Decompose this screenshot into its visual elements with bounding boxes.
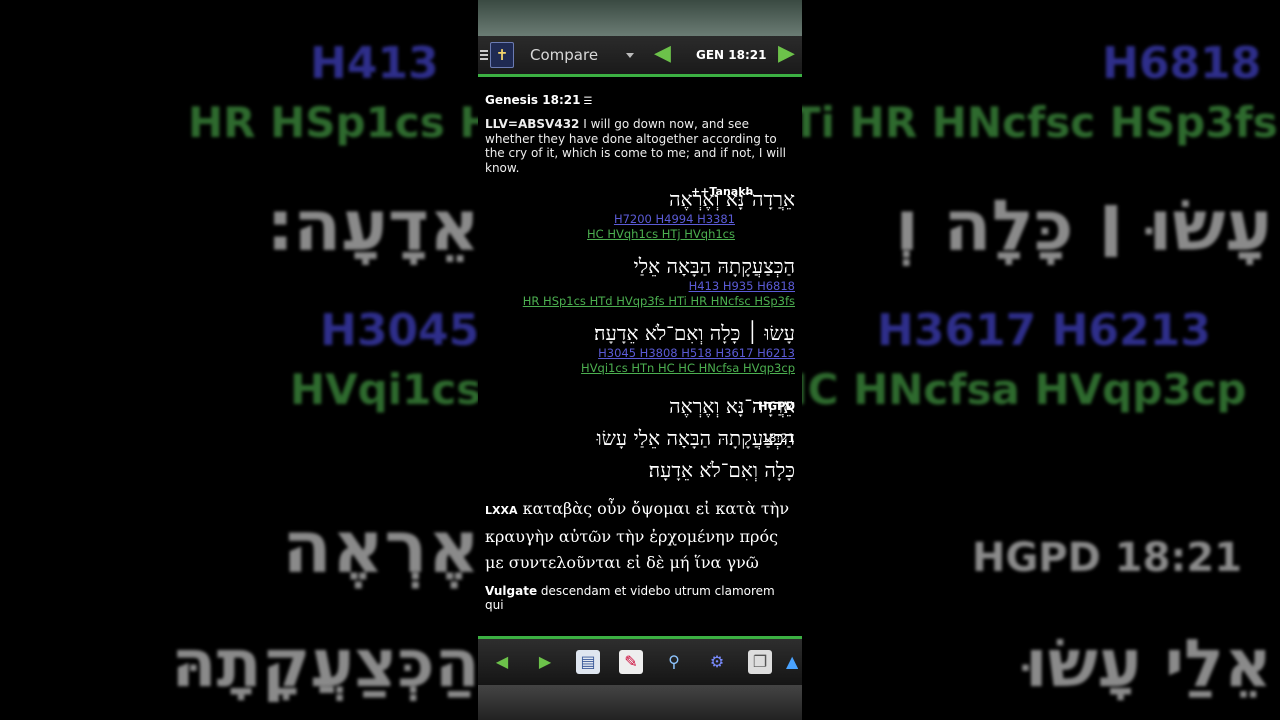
lxx-label: LXXA xyxy=(485,504,518,517)
morph-link[interactable]: HR HSp1cs HTd HVqp3fs HTi HR HNcfsc HSp3… xyxy=(485,294,795,309)
search-icon[interactable]: ⚲ xyxy=(662,650,686,674)
strongs-codes-1: H7200 H4994 H3381 HC HVqh1cs HTj HVqh1cs xyxy=(485,212,795,242)
passage-content: Genesis 18:21 ☰ LLV=ABSV432 I will go dow… xyxy=(478,93,802,612)
llv-label: LLV=ABSV432 xyxy=(485,117,580,131)
hebrew-line-2: הַכְּצַעֲקָתָהּ הַבָּאָה אֵלַי xyxy=(485,254,795,279)
forward-icon[interactable]: ▶ xyxy=(533,650,557,674)
next-arrow-icon[interactable]: ▶ xyxy=(778,41,795,66)
bg-hgpd: HGPD 18:21 xyxy=(972,535,1243,581)
bg-code: H413 xyxy=(310,38,439,89)
verse-heading-text: Genesis 18:21 xyxy=(485,93,581,107)
morph-link[interactable]: HVqi1cs HTn HC HC HNcfsa HVqp3cp xyxy=(485,361,795,376)
view-mode-select[interactable]: Compare xyxy=(530,46,598,64)
strongs-codes-3: H3045 H3808 H518 H3617 H6213 HVqi1cs HTn… xyxy=(485,346,795,376)
vulgate-label: Vulgate xyxy=(485,584,538,598)
strongs-codes-2: H413 H935 H6818 HR HSp1cs HTd HVqp3fs HT… xyxy=(485,279,795,309)
reference-button[interactable]: GEN 18:21 xyxy=(696,48,766,62)
bg-code: H6818 xyxy=(1102,38,1262,89)
bible-book-icon[interactable]: ✝ xyxy=(490,42,514,68)
bg-hebrew: אֵלַי עָשׂוּ xyxy=(1025,625,1272,702)
back-icon[interactable]: ◀ xyxy=(490,650,514,674)
bottom-toolbar: ◀ ▶ ▤ ✎ ⚲ ⚙ ❐ ▲ xyxy=(478,636,802,685)
bg-green-codes: IC HNcfsa HVqp3cp xyxy=(802,365,1247,414)
strongs-link[interactable]: H7200 H4994 H3381 xyxy=(485,212,795,227)
status-strip xyxy=(478,0,802,36)
bg-hebrew: אֵדָעָה׃ xyxy=(267,185,478,267)
bg-code: H3617 H6213 xyxy=(877,305,1211,356)
edit-icon[interactable]: ✎ xyxy=(619,650,643,674)
hgpd-line: כָּלָה וְאִם־לֹא אֵדָעָה׃ xyxy=(648,458,795,482)
hgpd-text: HGPD 18:21 אֵרֲדָה־נָּא וְאֶרְאֶה הַכְּצ… xyxy=(485,390,795,486)
settings-icon[interactable]: ⚙ xyxy=(705,650,729,674)
phone-screen: ✝ Compare ◀ GEN 18:21 ▶ Genesis 18:21 ☰ L… xyxy=(478,0,802,720)
verse-heading[interactable]: Genesis 18:21 ☰ xyxy=(485,93,795,107)
top-toolbar: ✝ Compare ◀ GEN 18:21 ▶ xyxy=(478,36,802,77)
strongs-link[interactable]: H413 H935 H6818 xyxy=(485,279,795,294)
bottom-strip xyxy=(478,685,802,720)
list-icon[interactable]: ☰ xyxy=(583,96,592,107)
menu-icon[interactable] xyxy=(480,48,488,62)
chevron-down-icon[interactable] xyxy=(626,52,635,58)
bg-green-codes: HVqi1cs xyxy=(290,365,478,414)
background-left-blur: H413 HR HSp1cs H אֵדָעָה׃ H3045 HVqi1cs … xyxy=(0,0,478,720)
hebrew-text: עָשׂוּ ׀ כָּלָה וְאִם־לֹא אֵדָעָה׃ xyxy=(594,321,795,345)
bg-code: H3045 xyxy=(320,305,478,356)
background-right-blur: H6818 Ti HR HNcfsc HSp3fs עָשׂוּ ׀ כָּלָ… xyxy=(802,0,1280,720)
bg-hebrew: אֶרְאֶה xyxy=(282,505,478,589)
up-icon[interactable]: ▲ xyxy=(786,650,798,674)
morph-link[interactable]: HC HVqh1cs HTj HVqh1cs xyxy=(485,227,795,242)
vulgate-text: Vulgate descendam et videbo utrum clamor… xyxy=(485,584,795,612)
hebrew-line-3: עָשׂוּ ׀ כָּלָה וְאִם־לֹא אֵדָעָה׃ xyxy=(485,321,795,346)
prev-arrow-icon[interactable]: ◀ xyxy=(654,41,671,66)
notes-icon[interactable]: ▤ xyxy=(576,650,600,674)
copy-icon[interactable]: ❐ xyxy=(748,650,772,674)
bg-hebrew: הַכְּצַעֲקָתָהּ xyxy=(171,625,478,702)
lxx-text: LXXA καταβὰς οὖν ὄψομαι εἰ κατὰ τὴν κραυ… xyxy=(485,496,795,576)
lxx-body: καταβὰς οὖν ὄψομαι εἰ κατὰ τὴν κραυγὴν α… xyxy=(485,499,790,572)
strongs-link[interactable]: H3045 H3808 H518 H3617 H6213 xyxy=(485,346,795,361)
hgpd-label: HGPD 18:21 xyxy=(757,399,795,445)
hebrew-line-1: אֵרֲדָה־נָּא וְאֶרְאֶה ++Tanakh xyxy=(485,185,795,212)
bg-green-codes: HR HSp1cs H xyxy=(188,98,478,147)
llv-translation: LLV=ABSV432 I will go down now, and see … xyxy=(485,117,795,175)
bg-hebrew: עָשׂוּ ׀ כָּלָה וְ xyxy=(895,185,1272,267)
bg-green-codes: Ti HR HNcfsc HSp3fs xyxy=(802,98,1278,147)
tanakh-label: ++Tanakh xyxy=(691,185,754,198)
hebrew-text: הַכְּצַעֲקָתָהּ הַבָּאָה אֵלַי xyxy=(633,254,795,278)
